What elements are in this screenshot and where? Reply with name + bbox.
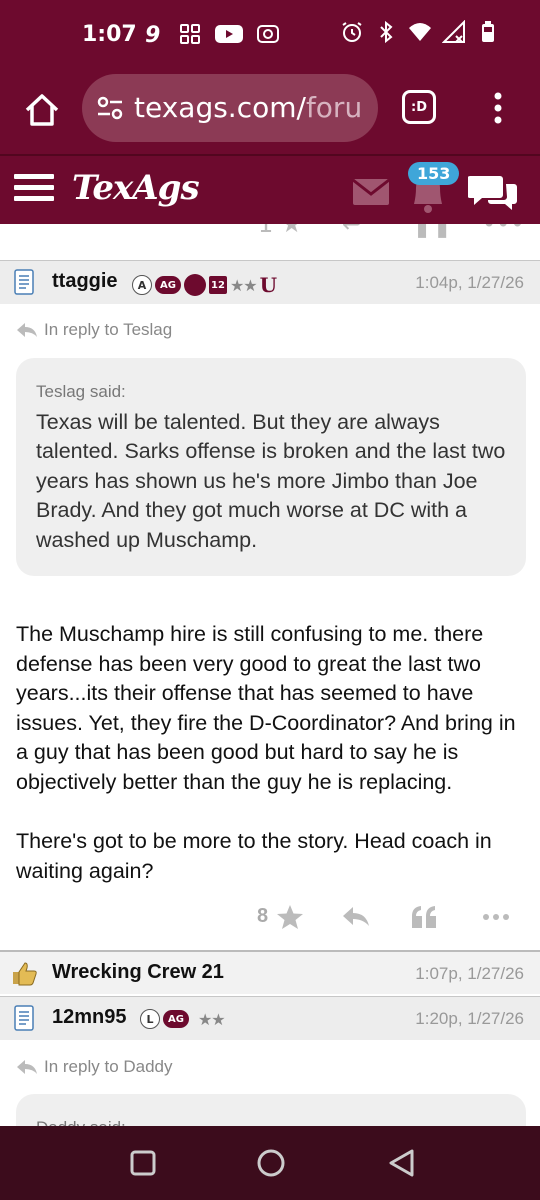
reply-to-link[interactable]: In reply to Daddy [16,1057,173,1077]
home-icon [25,94,59,126]
more-vert-icon [494,92,502,124]
site-logo[interactable]: TexAgs [72,168,200,208]
status-left-icons: 9 [142,22,280,48]
bluetooth-icon [374,20,398,44]
post-actions: 8 [0,892,540,942]
recents-icon[interactable] [128,1148,158,1178]
browser-menu-button[interactable] [488,88,508,128]
post-body-paragraph: There's got to be more to the story. Hea… [16,829,492,883]
post-timestamp[interactable]: 1:04p, 1/27/26 [415,273,524,293]
previous-post-footer: 1 ★ ↩ ❚❚ ••• [0,224,540,262]
site-settings-icon[interactable] [96,94,124,122]
previous-more-icon: ••• [482,224,525,238]
quote-box: Teslag said: Texas will be talented. But… [16,358,526,576]
quote-text: Texas will be talented. But they are alw… [36,410,506,552]
user-badges: A AG 12 ★★ U [132,273,277,297]
nine-app-icon: 9 [142,22,166,48]
wifi-icon [408,20,432,44]
star-count: 8 [257,905,269,927]
reply-to-text: In reply to Daddy [44,1057,173,1076]
badge-letter: L [140,1009,160,1029]
signal-icon [441,19,466,44]
previous-star-icon: 1 ★ [258,224,303,238]
thumbs-up-icon [13,962,37,986]
badge-stars: ★★ [197,1009,226,1029]
url-domain: texags.com/ [134,91,306,124]
previous-reply-icon: ↩ [342,224,363,238]
radio-icon [256,22,280,46]
alarm-icon [340,20,364,44]
reply-to-text: In reply to Teslag [44,320,173,339]
site-header: TexAgs [0,154,540,224]
svg-text:9: 9 [145,23,160,46]
tab-switcher-button[interactable]: :D [402,90,436,124]
reply-icon[interactable] [342,904,370,930]
post-document-icon [14,269,34,295]
back-icon[interactable] [386,1148,416,1178]
notification-count-badge[interactable]: 153 [408,162,460,185]
battery-icon [476,20,500,44]
post-header: Wrecking Crew 21 1:07p, 1/27/26 [0,950,540,994]
star-icon[interactable] [276,904,304,930]
status-right-icons [340,19,500,44]
post-timestamp[interactable]: 1:07p, 1/27/26 [415,964,524,984]
more-options-icon[interactable] [482,904,510,930]
post-username[interactable]: 12mn95 [52,1006,127,1029]
browser-toolbar: texags.com/foru :D [0,70,540,154]
system-nav-bar [0,1126,540,1200]
grid-app-icon [178,22,202,46]
badge-ag: AG [163,1010,189,1028]
badge-12: 12 [208,276,227,294]
status-bar: 1:07 9 [0,0,540,70]
post-username[interactable]: Wrecking Crew 21 [52,961,224,984]
badge-ag: AG [155,276,181,294]
post-body-paragraph: The Muschamp hire is still confusing to … [16,622,516,794]
home-button[interactable] [22,90,62,130]
url-text[interactable]: texags.com/foru [134,91,362,124]
post-username[interactable]: ttaggie [52,270,118,293]
youtube-icon [214,22,244,46]
badge-stars: ★★ [229,275,258,295]
chat-icon[interactable] [468,172,518,212]
home-nav-icon[interactable] [256,1148,286,1178]
hamburger-menu-icon[interactable] [14,174,54,204]
post-document-icon [14,1005,34,1031]
status-time: 1:07 [82,22,137,47]
reply-arrow-icon [17,323,37,337]
user-badges: L AG ★★ [140,1009,226,1029]
post-timestamp[interactable]: 1:20p, 1/27/26 [415,1009,524,1029]
post-header: ttaggie A AG 12 ★★ U 1:04p, 1/27/26 [0,260,540,304]
reply-arrow-icon [17,1060,37,1074]
previous-quote-icon: ❚❚ [412,224,453,238]
badge-u: U [259,273,278,297]
quote-icon[interactable] [411,904,439,930]
reply-to-link[interactable]: In reply to Teslag [16,320,172,340]
badge-seal-icon [183,274,206,296]
quote-author: Teslag said: [36,382,126,401]
url-path: foru [305,91,363,124]
mail-icon[interactable] [352,178,390,206]
badge-letter: A [132,275,152,295]
post-header: 12mn95 L AG ★★ 1:20p, 1/27/26 [0,996,540,1040]
address-bar[interactable]: texags.com/foru [82,74,378,142]
